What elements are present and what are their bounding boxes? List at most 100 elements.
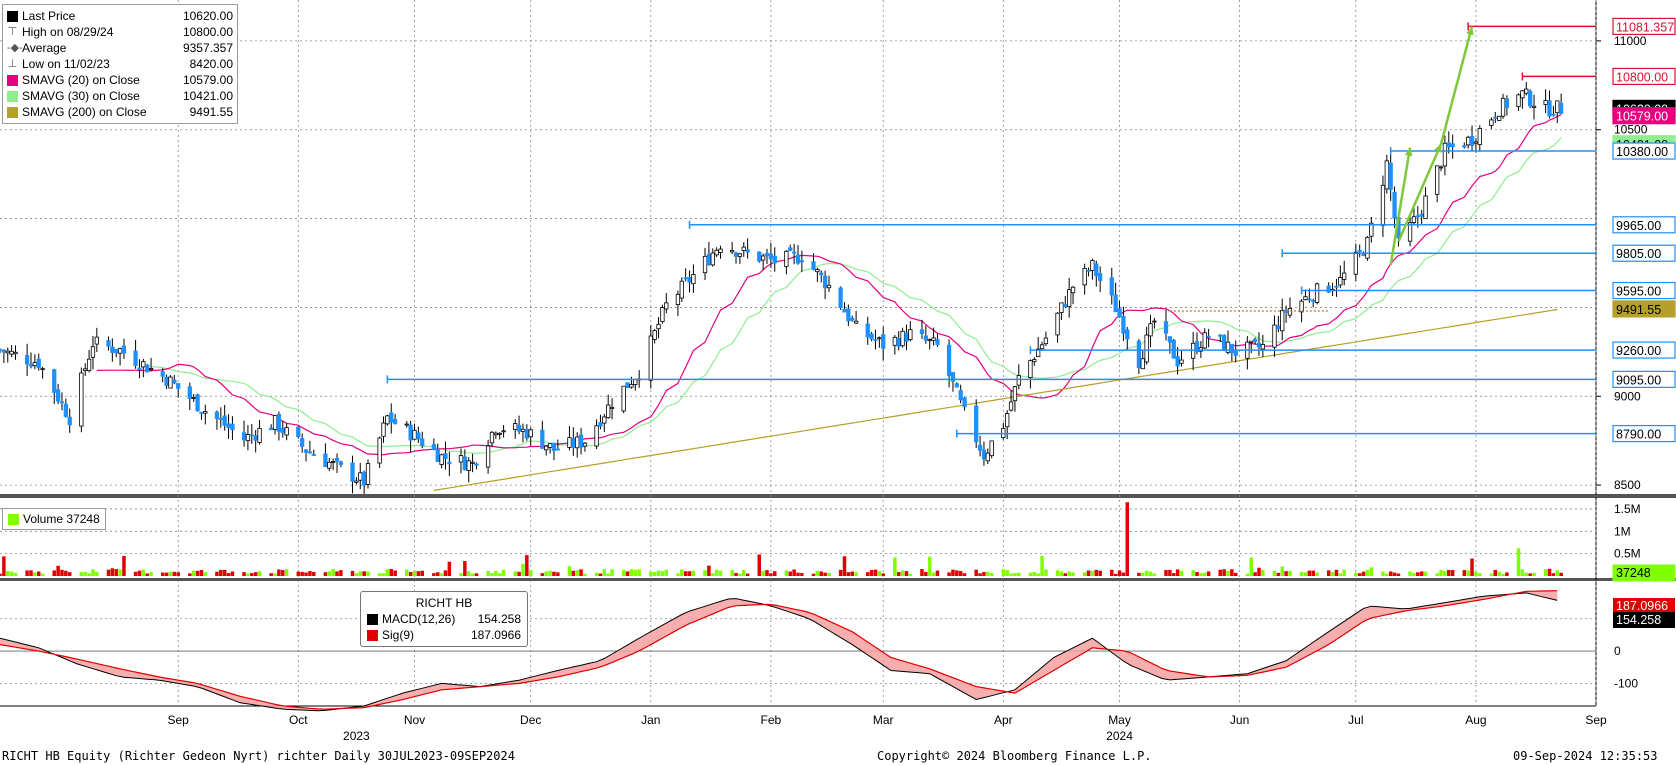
candle-body xyxy=(176,383,181,389)
candle-body xyxy=(946,344,952,377)
candle-body xyxy=(575,436,580,449)
volume-bar xyxy=(838,569,843,576)
volume-bar xyxy=(1385,573,1389,576)
candle-body xyxy=(1516,94,1521,107)
candle-body xyxy=(24,355,30,365)
candle-body xyxy=(90,346,96,358)
candle-body xyxy=(241,432,247,441)
candle-body xyxy=(931,337,936,341)
volume-bar xyxy=(1435,573,1439,576)
candle-body xyxy=(1380,184,1386,226)
volume-bar xyxy=(281,570,285,576)
candle-body xyxy=(679,280,684,299)
candle-body xyxy=(865,323,870,338)
volume-bar xyxy=(1071,572,1075,576)
candle-body xyxy=(1299,300,1304,313)
candle-body xyxy=(919,329,925,335)
volume-bar xyxy=(711,573,715,576)
candle-body xyxy=(737,253,743,257)
candle-body xyxy=(1466,136,1471,146)
volume-bar xyxy=(350,570,355,576)
candle-body xyxy=(664,302,669,310)
price-legend[interactable]: Last Price 10620.00 ⊤ High on 08/29/24 1080… xyxy=(2,4,238,124)
candle-body xyxy=(218,418,223,420)
candle-body xyxy=(516,424,522,432)
sma30-swatch xyxy=(7,90,18,102)
signal-legend-row: Sig(9) 187.0966 xyxy=(367,627,521,643)
candle-body xyxy=(1059,302,1064,313)
volume-bar xyxy=(1470,558,1474,576)
footer-security: RICHT HB Equity (Richter Gedeon Nyrt) ri… xyxy=(2,749,515,763)
candle-body xyxy=(1117,308,1122,318)
candle-body xyxy=(404,423,409,426)
candle-body xyxy=(1067,289,1072,308)
candle-body xyxy=(1415,215,1420,218)
volume-bar xyxy=(850,571,854,576)
candle-body xyxy=(1311,300,1316,302)
trend-arrow xyxy=(1397,143,1443,243)
volume-bar xyxy=(602,569,607,576)
candle-body xyxy=(1555,100,1560,114)
candle-body xyxy=(0,349,3,352)
volume-bar xyxy=(358,571,363,576)
candle-body xyxy=(1256,342,1262,348)
volume-bar xyxy=(594,572,599,576)
volume-bar xyxy=(660,570,665,576)
candle-body xyxy=(485,445,491,468)
candle-body xyxy=(1063,304,1068,308)
volume-bar xyxy=(1253,572,1257,576)
volume-bar xyxy=(757,554,762,576)
candle-body xyxy=(1558,102,1564,114)
candle-body xyxy=(86,358,92,372)
volume-bar xyxy=(796,572,800,576)
legend-row-sma20: SMAVG (20) on Close 10579.00 xyxy=(7,72,233,88)
volume-bar xyxy=(168,571,173,576)
volume-bar xyxy=(1497,571,1501,576)
volume-legend[interactable]: Volume 37248 xyxy=(2,508,106,530)
volume-bar xyxy=(827,572,831,576)
x-axis-tick: Feb xyxy=(761,713,782,727)
volume-bar xyxy=(1501,573,1505,576)
volume-bar xyxy=(1493,569,1498,576)
candle-body xyxy=(79,372,84,427)
volume-bar xyxy=(501,569,506,576)
volume-bar xyxy=(1551,573,1556,576)
volume-bar xyxy=(815,570,820,576)
candle-body xyxy=(1012,386,1018,402)
volume-bar xyxy=(327,571,332,576)
volume-bar xyxy=(629,569,634,576)
price-axis-tick: 8500 xyxy=(1614,478,1641,492)
volume-bar xyxy=(1121,572,1126,576)
volume-bar xyxy=(877,571,882,576)
volume-bar xyxy=(1392,572,1397,576)
candle-body xyxy=(447,461,452,465)
volume-bar xyxy=(300,571,304,576)
volume-bar xyxy=(1466,570,1470,576)
candle-body xyxy=(733,252,739,257)
volume-bar xyxy=(141,569,146,576)
candle-body xyxy=(164,376,169,386)
candle-body xyxy=(524,428,529,439)
volume-bar xyxy=(1017,572,1021,576)
volume-bar xyxy=(1330,571,1335,576)
volume-bar xyxy=(540,573,545,576)
candle-body xyxy=(195,394,200,412)
volume-bar xyxy=(974,569,978,576)
volume-bar xyxy=(904,571,909,576)
volume-bar xyxy=(1354,572,1358,576)
volume-bar xyxy=(463,561,467,576)
volume-bar xyxy=(67,572,72,576)
candle-body xyxy=(257,427,262,443)
volume-bar xyxy=(703,570,707,576)
candle-body xyxy=(520,428,526,432)
volume-bar xyxy=(1276,572,1281,576)
legend-row-high: ⊤ High on 08/29/24 10800.00 xyxy=(7,25,233,39)
macd-legend[interactable]: RICHT HB MACD(12,26) 154.258 Sig(9) 187.09… xyxy=(360,591,528,647)
volume-bar xyxy=(517,571,521,576)
volume-bar xyxy=(1439,569,1443,576)
candle-body xyxy=(718,248,723,254)
volume-bar xyxy=(95,571,99,576)
volume-bar xyxy=(64,570,68,576)
volume-bar xyxy=(1559,572,1563,576)
volume-bar xyxy=(525,555,529,576)
